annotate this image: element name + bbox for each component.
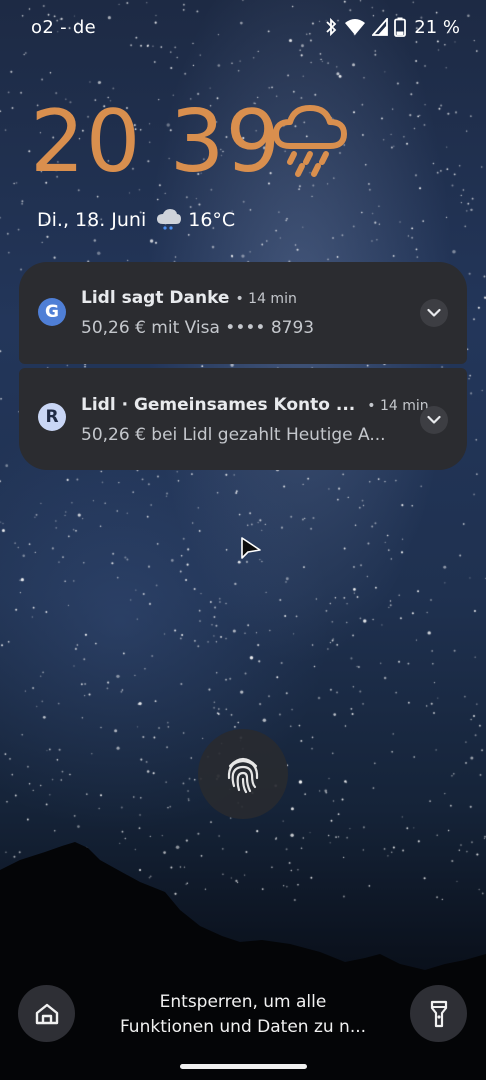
cloud-rain-icon	[157, 209, 182, 230]
rain-cloud-icon	[273, 105, 347, 177]
battery-icon	[394, 17, 407, 37]
notification-body: 50,26 € bei Lidl gezahlt Heutige A...	[81, 425, 386, 445]
notification-time: • 14 min	[235, 291, 297, 307]
bluetooth-icon	[326, 17, 337, 37]
notification-lidl-gemeinsames-konto[interactable]: R Lidl · Gemeinsames Konto ... • 14 min …	[19, 368, 467, 470]
notification-lidl-sagt-danke[interactable]: G Lidl sagt Danke • 14 min 50,26 € mit V…	[19, 262, 467, 364]
status-bar: o2 - de 21 %	[0, 0, 486, 56]
date-weather-row: Di., 18. Juni 16°C	[37, 209, 235, 231]
flashlight-shortcut-button[interactable]	[410, 985, 467, 1042]
carrier-name: o2 - de	[31, 17, 97, 38]
wifi-icon	[345, 19, 366, 35]
date-text: Di., 18. Juni	[37, 209, 147, 231]
google-app-icon: G	[38, 298, 66, 326]
chevron-down-icon	[427, 415, 441, 424]
mountain-silhouette	[0, 842, 486, 1080]
mouse-pointer-icon	[241, 537, 261, 559]
flashlight-icon	[430, 1000, 447, 1027]
unlock-hint: Entsperren, um alle Funktionen und Daten…	[100, 990, 386, 1040]
expand-notification-button[interactable]	[420, 406, 448, 434]
fingerprint-icon	[227, 757, 259, 794]
chevron-down-icon	[427, 308, 441, 317]
gesture-navigation-bar[interactable]	[180, 1064, 307, 1069]
temperature-text: 16°C	[188, 209, 236, 231]
fingerprint-unlock-button[interactable]	[198, 729, 288, 819]
notification-body: 50,26 € mit Visa •••• 8793	[81, 318, 315, 338]
unlock-hint-line-1: Entsperren, um alle	[159, 992, 327, 1012]
revolut-app-icon: R	[38, 403, 66, 431]
clock-time: 20 39	[30, 92, 282, 192]
notification-header: Lidl · Gemeinsames Konto ... • 14 min	[81, 395, 429, 415]
cell-signal-icon	[372, 18, 389, 36]
notification-time: • 14 min	[367, 398, 429, 414]
notification-title: Lidl · Gemeinsames Konto ...	[81, 395, 356, 415]
home-icon	[35, 1003, 58, 1024]
expand-notification-button[interactable]	[420, 299, 448, 327]
notification-title: Lidl sagt Danke	[81, 288, 230, 308]
home-shortcut-button[interactable]	[18, 985, 75, 1042]
notification-header: Lidl sagt Danke • 14 min	[81, 288, 297, 308]
battery-percent: 21 %	[414, 16, 460, 38]
unlock-hint-line-2: Funktionen und Daten zu n...	[119, 1017, 367, 1037]
status-icons: 21 %	[324, 14, 460, 40]
